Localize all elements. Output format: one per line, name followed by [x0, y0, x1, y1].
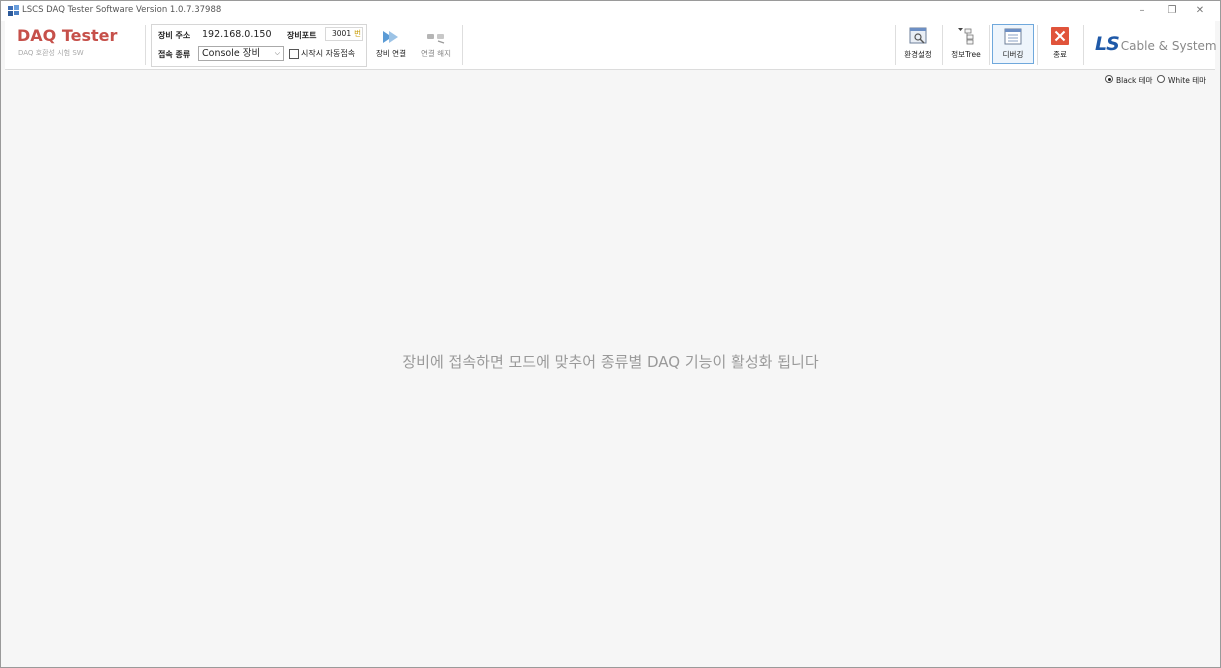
- window-title: LSCS DAQ Tester Software Version 1.0.7.3…: [22, 5, 222, 15]
- exit-label: 종료: [1053, 50, 1067, 59]
- close-icon: [1051, 27, 1069, 45]
- close-button[interactable]: ✕: [1185, 1, 1215, 21]
- toolbar: DAQ Tester DAQ 호환성 시험 SW 장비 주소 192.168.0…: [5, 21, 1217, 70]
- port-unit: 번: [354, 29, 361, 38]
- settings-label: 환경설정: [904, 50, 932, 59]
- settings-button[interactable]: 환경설정: [898, 27, 938, 60]
- minimize-button[interactable]: –: [1127, 1, 1157, 21]
- company-logo: LS Cable & System: [1095, 33, 1217, 55]
- port-input[interactable]: 3001 번: [325, 27, 363, 41]
- app-window: LSCS DAQ Tester Software Version 1.0.7.3…: [0, 0, 1221, 668]
- exit-button[interactable]: 종료: [1040, 27, 1080, 60]
- type-label: 접속 종류: [158, 50, 191, 59]
- white-theme-label: White 테마: [1168, 76, 1206, 85]
- logo-text: Cable & System: [1120, 39, 1217, 53]
- debug-label: 디버깅: [1002, 50, 1024, 59]
- logo-mark: LS: [1095, 33, 1120, 55]
- connect-label: 장비 연결: [376, 49, 406, 58]
- port-value: 3001: [332, 29, 352, 38]
- address-label: 장비 주소: [158, 31, 191, 40]
- address-input[interactable]: 192.168.0.150: [198, 27, 282, 42]
- autoconnect-checkbox[interactable]: [289, 49, 299, 59]
- divider: [145, 25, 146, 65]
- tree-icon: [958, 28, 974, 45]
- info-tree-button[interactable]: 정보Tree: [945, 27, 987, 60]
- settings-window-icon: [909, 27, 927, 44]
- debug-button[interactable]: 디버깅: [992, 24, 1034, 64]
- brand-title: DAQ Tester: [17, 26, 118, 45]
- white-theme-radio[interactable]: [1157, 75, 1165, 83]
- app-icon: [8, 5, 19, 16]
- disconnect-label: 연결 해지: [421, 49, 451, 58]
- connect-hint-message: 장비에 접속하면 모드에 맞추어 종류별 DAQ 기능이 활성화 됩니다: [402, 353, 819, 371]
- play-forward-icon: [383, 31, 398, 43]
- port-label: 장비포트: [287, 31, 317, 40]
- divider: [895, 25, 896, 65]
- divider: [989, 25, 990, 65]
- divider: [462, 25, 463, 65]
- chevron-down-icon: ⌵: [274, 49, 280, 57]
- black-theme-radio[interactable]: [1105, 75, 1113, 83]
- debug-window-icon: [1004, 28, 1022, 45]
- type-select[interactable]: Console 장비 ⌵: [198, 46, 284, 61]
- connect-button[interactable]: 장비 연결: [371, 30, 411, 59]
- black-theme-label: Black 테마: [1116, 76, 1153, 85]
- disconnect-button[interactable]: 연결 해지: [416, 30, 456, 59]
- title-bar: LSCS DAQ Tester Software Version 1.0.7.3…: [1, 1, 1220, 21]
- brand-subtitle: DAQ 호환성 시험 SW: [18, 49, 84, 57]
- type-select-value: Console 장비: [202, 48, 261, 59]
- restore-button[interactable]: ❐: [1157, 1, 1187, 21]
- divider: [1083, 25, 1084, 65]
- divider: [942, 25, 943, 65]
- connection-panel: 장비 주소 192.168.0.150 장비포트 3001 번 접속 종류 Con…: [151, 24, 367, 67]
- autoconnect-label: 시작시 자동접속: [301, 49, 356, 58]
- divider: [1037, 25, 1038, 65]
- unplug-icon: [427, 34, 445, 44]
- info-tree-label: 정보Tree: [951, 50, 981, 59]
